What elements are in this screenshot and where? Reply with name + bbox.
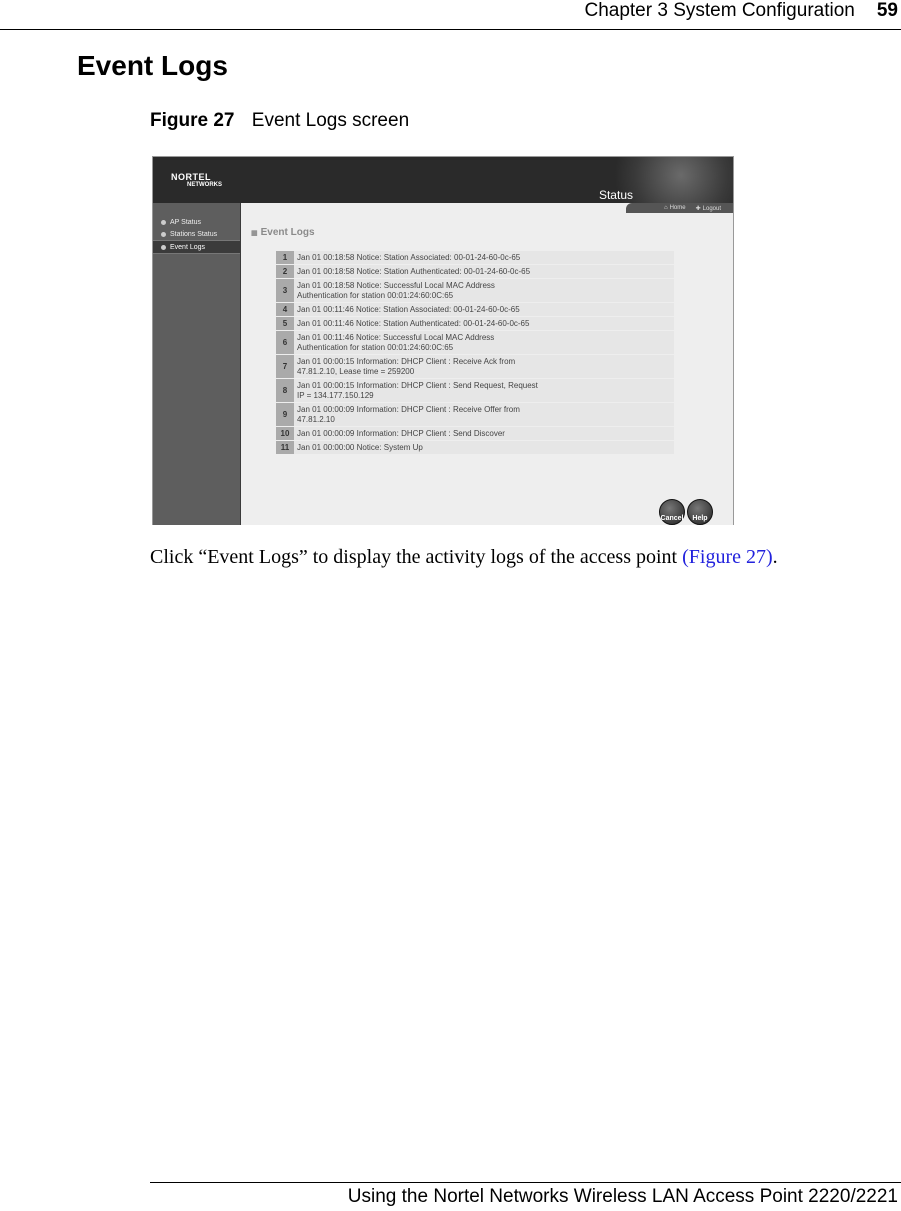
nortel-logo: NORTEL NETWORKS xyxy=(171,173,222,189)
sidebar-item-event-logs[interactable]: Event Logs xyxy=(153,240,240,254)
footer-text: Using the Nortel Networks Wireless LAN A… xyxy=(347,1186,898,1207)
log-row: 4 Jan 01 00:11:46 Notice: Station Associa… xyxy=(276,303,674,316)
sidebar-item-ap-status[interactable]: AP Status xyxy=(153,216,240,228)
log-message: Jan 01 00:18:58 Notice: Station Authenti… xyxy=(297,267,531,276)
log-row: 1 Jan 01 00:18:58 Notice: Station Associa… xyxy=(276,251,674,264)
log-message: Jan 01 00:00:15 Information: DHCP Client… xyxy=(297,357,516,376)
log-row: 6 Jan 01 00:11:46 Notice: Successful Loca… xyxy=(276,331,674,354)
log-row: 11 Jan 01 00:00:00 Notice: System Up xyxy=(276,441,674,454)
log-message: Jan 01 00:18:58 Notice: Successful Local… xyxy=(297,281,495,300)
sidebar-item-label: AP Status xyxy=(170,218,202,226)
log-number: 11 xyxy=(276,441,294,454)
body-text: Click “Event Logs” to display the activi… xyxy=(150,546,683,568)
log-message: Jan 01 00:00:09 Information: DHCP Client… xyxy=(297,405,520,424)
figure-caption: Figure 27 Event Logs screen xyxy=(150,110,409,132)
log-row: 5 Jan 01 00:11:46 Notice: Station Authent… xyxy=(276,317,674,330)
event-logs-screenshot: NORTEL NETWORKS Status ⌂ Home ✚ Logout AP … xyxy=(152,156,734,525)
log-number: 3 xyxy=(276,279,294,302)
log-number: 10 xyxy=(276,427,294,440)
bullet-icon xyxy=(161,219,166,225)
log-number: 8 xyxy=(276,379,294,402)
figure-caption-text: Event Logs screen xyxy=(251,110,410,131)
header-rule xyxy=(0,29,901,30)
log-number: 7 xyxy=(276,355,294,378)
grid-icon: ▦ xyxy=(251,230,258,237)
sidebar: AP Status Stations Status Event Logs xyxy=(153,203,241,525)
log-number: 1 xyxy=(276,251,294,264)
header-title: Status xyxy=(598,188,633,202)
logo-line1: NORTEL xyxy=(171,172,211,182)
app-header: NORTEL NETWORKS Status xyxy=(153,157,733,203)
bullet-icon xyxy=(161,231,166,237)
sidebar-item-stations-status[interactable]: Stations Status xyxy=(153,228,240,240)
log-message: Jan 01 00:11:46 Notice: Station Authenti… xyxy=(297,319,530,328)
log-row: 7 Jan 01 00:00:15 Information: DHCP Clien… xyxy=(276,355,674,378)
log-row: 3 Jan 01 00:18:58 Notice: Successful Loca… xyxy=(276,279,674,302)
action-buttons: Cancel Help xyxy=(659,499,713,525)
log-row: 8 Jan 01 00:00:15 Information: DHCP Clien… xyxy=(276,379,674,402)
log-message: Jan 01 00:18:58 Notice: Station Associat… xyxy=(297,253,521,262)
help-button[interactable]: Help xyxy=(687,499,713,525)
figure-number: Figure 27 xyxy=(150,110,235,131)
cancel-button[interactable]: Cancel xyxy=(659,499,685,525)
log-message: Jan 01 00:00:09 Information: DHCP Client… xyxy=(297,429,505,438)
body-paragraph: Click “Event Logs” to display the activi… xyxy=(150,546,778,569)
log-number: 4 xyxy=(276,303,294,316)
section-title: Event Logs xyxy=(77,50,228,81)
log-message: Jan 01 00:00:00 Notice: System Up xyxy=(297,443,423,452)
log-number: 5 xyxy=(276,317,294,330)
log-row: 9 Jan 01 00:00:09 Information: DHCP Clien… xyxy=(276,403,674,426)
sidebar-item-label: Event Logs xyxy=(170,243,206,251)
content-title: ▦ Event Logs xyxy=(251,227,315,238)
sidebar-item-label: Stations Status xyxy=(170,230,218,238)
body-text-end: . xyxy=(772,546,778,568)
content-title-text: Event Logs xyxy=(260,227,315,238)
figure-xref-link[interactable]: (Figure 27) xyxy=(682,546,773,568)
log-row: 10 Jan 01 00:00:09 Information: DHCP Clie… xyxy=(276,427,674,440)
event-log-list: 1 Jan 01 00:18:58 Notice: Station Associa… xyxy=(276,251,674,455)
log-message: Jan 01 00:11:46 Notice: Station Associat… xyxy=(297,305,520,314)
running-head: Chapter 3 System Configuration 59 xyxy=(584,0,901,29)
chapter-title: Chapter 3 System Configuration xyxy=(584,0,855,21)
log-message: Jan 01 00:11:46 Notice: Successful Local… xyxy=(297,333,495,352)
log-number: 6 xyxy=(276,331,294,354)
content-panel: ▦ Event Logs 1 Jan 01 00:18:58 Notice: Sta… xyxy=(241,203,733,525)
footer-rule xyxy=(150,1182,901,1183)
log-row: 2 Jan 01 00:18:58 Notice: Station Authent… xyxy=(276,265,674,278)
logo-line2: NETWORKS xyxy=(187,182,222,188)
page-number: 59 xyxy=(876,0,898,21)
bullet-icon xyxy=(161,244,166,250)
log-message: Jan 01 00:00:15 Information: DHCP Client… xyxy=(297,381,538,400)
log-number: 9 xyxy=(276,403,294,426)
log-number: 2 xyxy=(276,265,294,278)
